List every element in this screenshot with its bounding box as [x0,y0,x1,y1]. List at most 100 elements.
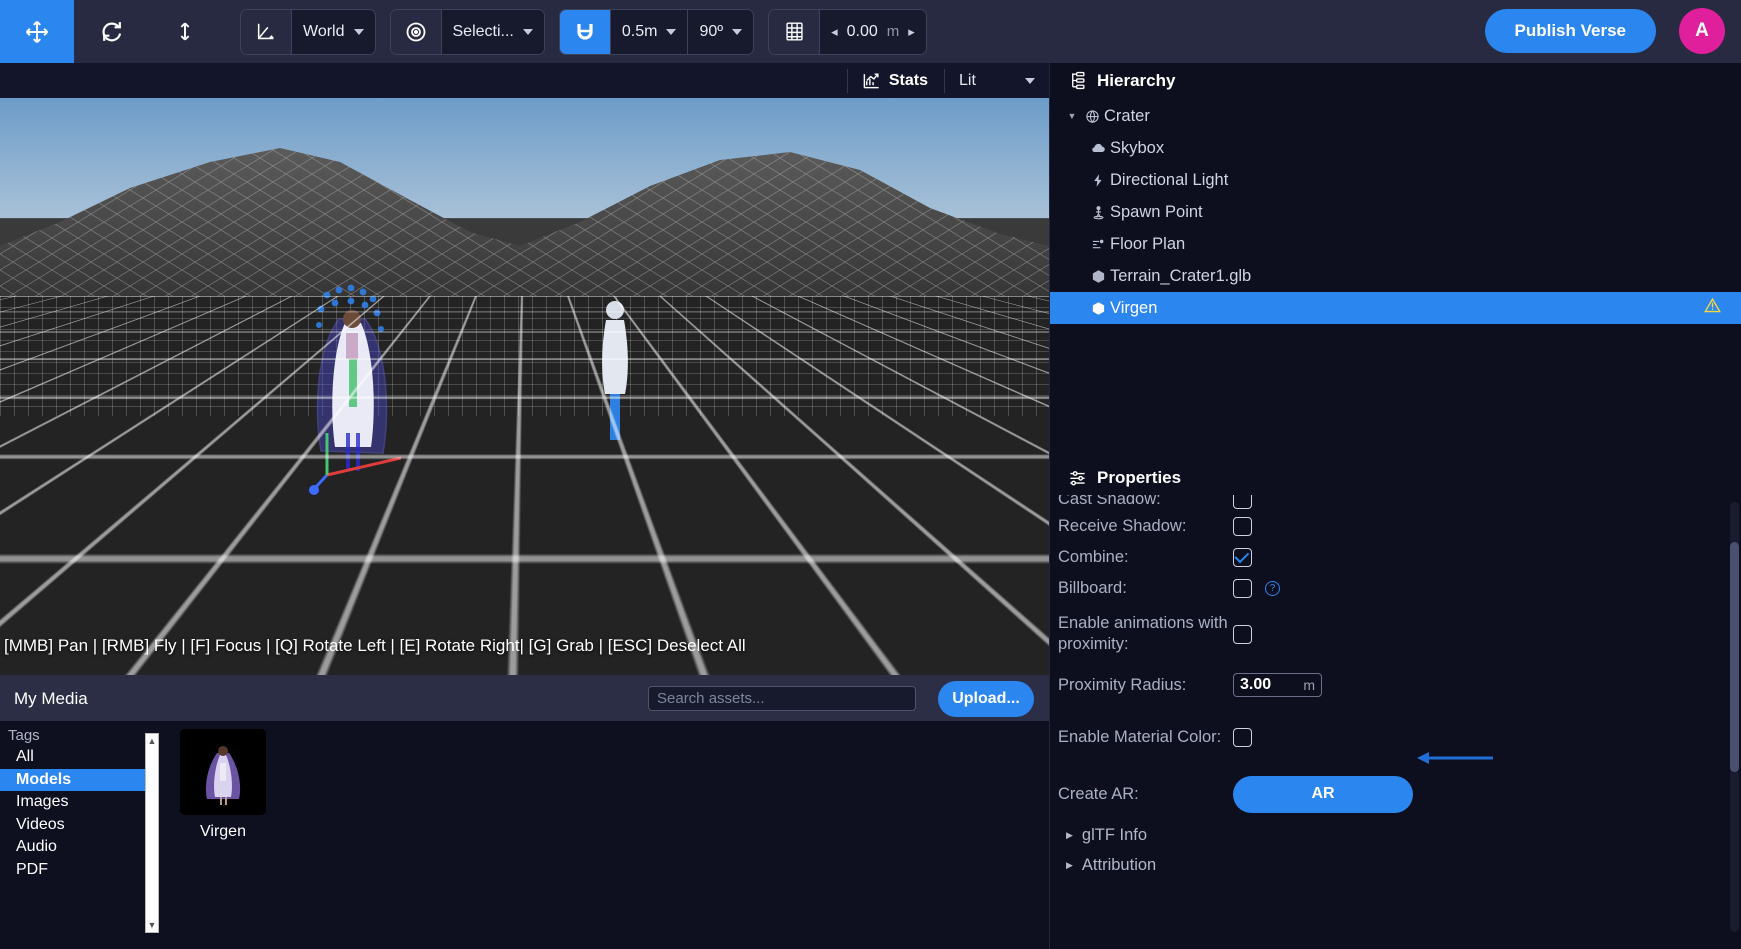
property-control [1233,548,1712,567]
grid-height-unit: m [886,23,900,40]
ar-button[interactable]: AR [1233,775,1413,813]
property-control [1233,495,1712,509]
magnet-glyph [577,23,593,40]
floorplan-icon [1086,237,1110,252]
warning-icon[interactable] [1704,297,1721,319]
grid-icon[interactable] [769,9,820,54]
property-label: Billboard: [1058,579,1127,598]
scale-tool-button[interactable] [148,0,222,63]
axis-glyph [257,23,274,39]
media-header: My Media Upload... [0,676,1049,721]
grid-glyph [785,22,803,41]
property-label: Create AR: [1058,784,1139,803]
transform-space-select[interactable]: World [291,9,375,54]
distant-model[interactable] [595,298,635,443]
target-icon [390,9,441,54]
hierarchy-title: Hierarchy [1097,70,1176,90]
property-row-billboard: Billboard: ? [1054,573,1712,604]
chevron-down-icon [1025,77,1035,84]
collapsible-label: glTF Info [1081,825,1148,844]
publish-verse-button[interactable]: Publish Verse [1484,9,1656,53]
grid-height-stepper[interactable]: ◂ 0.00 m ▸ [819,9,926,54]
enable-material-color-checkbox[interactable] [1233,727,1252,747]
tag-item-pdf[interactable]: PDF [0,859,150,882]
media-title: My Media [14,688,88,708]
tag-item-images[interactable]: Images [0,791,150,814]
property-control: ? [1233,579,1712,598]
shading-mode-select[interactable]: Lit [945,69,1045,93]
pivot-select[interactable]: Selecti... [440,9,544,54]
bolt-icon [1086,173,1110,188]
scale-icon [180,22,190,41]
tag-item-all[interactable]: All [0,746,150,769]
snap-angle-select[interactable]: 90º [687,9,754,54]
properties-scrollbar[interactable] [1730,502,1739,932]
chevron-right-icon: ▶ [1066,859,1073,870]
receive-shadow-checkbox[interactable] [1233,517,1252,536]
property-control: AR [1233,775,1712,813]
billboard-checkbox[interactable] [1233,579,1252,598]
hierarchy-item-label: Spawn Point [1110,202,1203,221]
pivot-group: Selecti... [389,8,545,55]
rotate-tool-button[interactable] [74,0,148,63]
rotate-icon [101,22,121,42]
help-icon[interactable]: ? [1265,581,1280,596]
hierarchy-item-floor-plan[interactable]: Floor Plan [1050,228,1741,260]
property-control [1233,517,1712,536]
selected-model-virgen[interactable] [305,283,401,498]
asset-preview-icon [180,729,266,815]
combine-checkbox[interactable] [1233,548,1252,567]
hierarchy-item-spawn-point[interactable]: Spawn Point [1050,196,1741,228]
hierarchy-item-virgen[interactable]: Virgen [1050,292,1741,324]
tags-scrollbar[interactable]: ▲ ▼ [145,733,159,933]
hierarchy-item-terrain-crater1[interactable]: Terrain_Crater1.glb [1050,260,1741,292]
grid-height-value: 0.00 [846,22,878,40]
hierarchy-icon [1072,71,1085,90]
scroll-up-icon[interactable]: ▲ [146,734,158,748]
search-input[interactable] [648,686,916,711]
property-row-combine: Combine: [1054,542,1712,573]
hierarchy-item-crater[interactable]: ▼ Crater [1050,100,1741,132]
snap-grid-select[interactable]: 0.5m [609,9,688,54]
properties-scrollbar-thumb[interactable] [1730,542,1739,772]
enable-animations-checkbox[interactable] [1233,624,1252,644]
asset-card-virgen[interactable]: Virgen [180,729,266,841]
viewport-help-text: [MMB] Pan | [RMB] Fly | [F] Focus | [Q] … [4,636,746,655]
collapsible-attribution[interactable]: ▶ Attribution [1054,850,1712,880]
tag-item-videos[interactable]: Videos [0,814,150,837]
property-control: 3.00 m [1233,673,1712,697]
viewport[interactable]: Stats Lit [MMB] Pan | [RMB] Fly | [F] Fo… [0,63,1049,675]
transform-space-group: World [240,8,376,55]
properties-header: Properties [1050,460,1741,495]
hierarchy-item-label: Skybox [1110,138,1165,157]
stats-icon [863,73,879,89]
magnet-icon[interactable] [559,9,610,54]
hierarchy-item-label: Directional Light [1110,170,1229,189]
transform-space-value: World [303,22,345,40]
move-tool-button[interactable] [0,0,74,63]
tag-item-audio[interactable]: Audio [0,836,150,859]
chevron-down-icon[interactable]: ▼ [1064,111,1080,121]
chevron-down-icon [666,28,677,35]
avatar[interactable]: A [1679,8,1725,54]
hierarchy-item-label: Crater [1104,106,1150,125]
proximity-radius-input[interactable]: 3.00 m [1233,673,1322,697]
collapsible-gltf-info[interactable]: ▶ glTF Info [1054,820,1712,850]
grid-prev-button[interactable]: ◂ [831,24,838,40]
hierarchy-item-skybox[interactable]: Skybox [1050,132,1741,164]
proximity-radius-value: 3.00 [1240,676,1272,693]
grid-next-button[interactable]: ▸ [908,24,915,40]
hierarchy-item-directional-light[interactable]: Directional Light [1050,164,1741,196]
stats-button[interactable]: Stats [846,68,945,93]
target-glyph [406,22,425,41]
property-label: Enable Material Color: [1058,727,1222,746]
app-root: World Selecti... 0.5m 90º ◂ 0.00 m ▸ Pub… [0,0,1741,949]
scroll-down-icon[interactable]: ▼ [146,918,158,932]
cast-shadow-checkbox[interactable] [1233,495,1252,509]
tag-item-models[interactable]: Models [0,768,150,791]
snap-group: 0.5m 90º [558,8,755,55]
upload-button[interactable]: Upload... [938,681,1034,717]
properties-panel: Properties Cast Shadow: Receive Shadow: [1050,460,1741,949]
chevron-down-icon [353,28,364,35]
scene-3d[interactable]: [MMB] Pan | [RMB] Fly | [F] Focus | [Q] … [0,98,1049,675]
